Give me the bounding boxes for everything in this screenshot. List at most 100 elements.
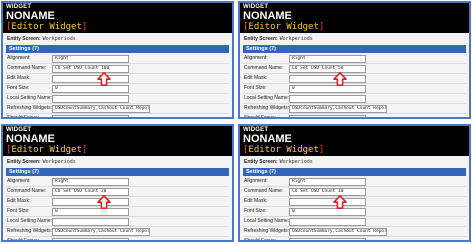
local-setting-name-field[interactable] xyxy=(52,95,129,103)
refreshing-widgets-field[interactable]: USDcountSummary,Cashout Count Report xyxy=(289,105,387,113)
alignment-label: Alignment: xyxy=(244,55,268,61)
font-size-field[interactable]: 0 xyxy=(289,208,366,216)
edit-mask-label: Edit Mask: xyxy=(244,198,268,204)
alignment-field[interactable]: Right xyxy=(289,55,366,63)
local-setting-name-field[interactable] xyxy=(289,95,366,103)
alignment-label: Alignment: xyxy=(244,178,268,184)
entity-screen-label: Entity Screen: xyxy=(244,159,278,165)
should-focus-label: Should Focus: xyxy=(7,238,39,242)
should-focus-label: Should Focus: xyxy=(244,115,276,119)
alignment-label: Alignment: xyxy=(7,178,31,184)
setting-row-edit-mask: Edit Mask: xyxy=(6,74,229,84)
alignment-field[interactable]: Right xyxy=(52,178,129,186)
setting-row-edit-mask: Edit Mask: xyxy=(243,197,466,207)
setting-row-should-focus: Should Focus: xyxy=(243,237,466,242)
setting-row-alignment: Alignment: Right xyxy=(243,54,466,64)
entity-screen-value: Workperiods xyxy=(279,159,313,165)
red-up-arrow-icon xyxy=(97,195,111,209)
font-size-field[interactable]: 0 xyxy=(289,85,366,93)
widget-header: WIDGET NONAME [Editor Widget] xyxy=(3,3,232,33)
setting-row-font-size: Font Size: 0 xyxy=(6,84,229,94)
widget-editor-label: [Editor Widget] xyxy=(243,22,469,32)
should-focus-field[interactable] xyxy=(52,238,129,240)
setting-row-local-setting-name: Local Setting Name: xyxy=(6,94,229,104)
font-size-label: Font Size: xyxy=(7,85,30,91)
widget-header: WIDGET NONAME [Editor Widget] xyxy=(240,126,469,156)
alignment-field[interactable]: Right xyxy=(52,55,129,63)
setting-row-edit-mask: Edit Mask: xyxy=(6,197,229,207)
widget-editor-label: [Editor Widget] xyxy=(6,22,232,32)
setting-row-local-setting-name: Local Setting Name: xyxy=(6,217,229,227)
edit-mask-label: Edit Mask: xyxy=(244,75,268,81)
settings-grid: Alignment: Right Command Name: CO Set US… xyxy=(243,177,466,242)
widget-header: WIDGET NONAME [Editor Widget] xyxy=(3,126,232,156)
widget-panel-2: WIDGET NONAME [Editor Widget] Entity Scr… xyxy=(238,1,471,119)
settings-header[interactable]: Settings (7) xyxy=(243,45,466,53)
setting-row-local-setting-name: Local Setting Name: xyxy=(243,217,466,227)
setting-row-command-name: Command Name: CO Set USD Count 10 xyxy=(243,187,466,197)
setting-row-should-focus: Should Focus: xyxy=(6,114,229,117)
alignment-field[interactable]: Right xyxy=(289,178,366,186)
refreshing-widgets-field[interactable]: USDcountSummary,Cashout Count Report xyxy=(52,228,150,236)
command-name-field[interactable]: CO Set USD Count 50 xyxy=(289,65,366,73)
widget-panel-4: WIDGET NONAME [Editor Widget] Entity Scr… xyxy=(238,124,471,242)
local-setting-name-field[interactable] xyxy=(289,218,366,226)
widget-editor-label: [Editor Widget] xyxy=(243,145,469,155)
settings-header[interactable]: Settings (7) xyxy=(6,45,229,53)
entity-screen-label: Entity Screen: xyxy=(7,36,41,42)
settings-grid: Alignment: Right Command Name: CO Set US… xyxy=(243,54,466,119)
setting-row-refreshing-widgets: Refreshing Widgets: USDcountSummary,Cash… xyxy=(6,104,229,114)
refreshing-widgets-label: Refreshing Widgets: xyxy=(7,105,53,111)
font-size-field[interactable]: 0 xyxy=(52,208,129,216)
command-name-field[interactable]: CO Set USD Count 100 xyxy=(52,65,129,73)
refreshing-widgets-field[interactable]: USDcountSummary,Cashout Count Report xyxy=(52,105,150,113)
edit-mask-field[interactable] xyxy=(52,198,129,206)
editor-widget-text: Editor Widget xyxy=(248,22,319,32)
editor-widget-text: Editor Widget xyxy=(11,145,82,155)
entity-screen-label: Entity Screen: xyxy=(244,36,278,42)
widget-header: WIDGET NONAME [Editor Widget] xyxy=(240,3,469,33)
setting-row-command-name: Command Name: CO Set USD Count 20 xyxy=(6,187,229,197)
bracket-close: ] xyxy=(81,145,88,155)
local-setting-name-label: Local Setting Name: xyxy=(7,95,53,101)
setting-row-refreshing-widgets: Refreshing Widgets: USDcountSummary,Cash… xyxy=(6,227,229,237)
edit-mask-field[interactable] xyxy=(52,75,129,83)
refreshing-widgets-label: Refreshing Widgets: xyxy=(244,105,290,111)
setting-row-alignment: Alignment: Right xyxy=(243,177,466,187)
edit-mask-field[interactable] xyxy=(289,198,366,206)
settings-header[interactable]: Settings (7) xyxy=(6,168,229,176)
setting-row-font-size: Font Size: 0 xyxy=(6,207,229,217)
should-focus-field[interactable] xyxy=(289,238,366,240)
widget-name: NONAME xyxy=(6,133,55,145)
entity-screen-value: Workperiods xyxy=(279,36,313,42)
font-size-field[interactable]: 0 xyxy=(52,85,129,93)
command-name-field[interactable]: CO Set USD Count 10 xyxy=(289,188,366,196)
setting-row-font-size: Font Size: 0 xyxy=(243,207,466,217)
settings-header[interactable]: Settings (7) xyxy=(243,168,466,176)
edit-mask-field[interactable] xyxy=(289,75,366,83)
command-name-field[interactable]: CO Set USD Count 20 xyxy=(52,188,129,196)
red-up-arrow-icon xyxy=(333,195,347,209)
should-focus-field[interactable] xyxy=(289,115,366,117)
should-focus-label: Should Focus: xyxy=(244,238,276,242)
entity-screen-row: Entity Screen: Workperiods xyxy=(3,33,232,42)
setting-row-should-focus: Should Focus: xyxy=(243,114,466,119)
refreshing-widgets-label: Refreshing Widgets: xyxy=(244,228,290,234)
entity-screen-value: Workperiods xyxy=(42,36,76,42)
widget-panel-3: WIDGET NONAME [Editor Widget] Entity Scr… xyxy=(1,124,234,242)
local-setting-name-label: Local Setting Name: xyxy=(244,95,290,101)
setting-row-should-focus: Should Focus: xyxy=(6,237,229,242)
local-setting-name-field[interactable] xyxy=(52,218,129,226)
should-focus-field[interactable] xyxy=(52,115,129,117)
font-size-label: Font Size: xyxy=(7,208,30,214)
setting-row-alignment: Alignment: Right xyxy=(6,177,229,187)
setting-row-refreshing-widgets: Refreshing Widgets: USDcountSummary,Cash… xyxy=(243,104,466,114)
settings-grid: Alignment: Right Command Name: CO Set US… xyxy=(6,54,229,117)
edit-mask-label: Edit Mask: xyxy=(7,198,31,204)
alignment-label: Alignment: xyxy=(7,55,31,61)
refreshing-widgets-field[interactable]: USDcountSummary,Cashout Count Report xyxy=(289,228,387,236)
local-setting-name-label: Local Setting Name: xyxy=(7,218,53,224)
edit-mask-label: Edit Mask: xyxy=(7,75,31,81)
entity-screen-value: Workperiods xyxy=(42,159,76,165)
entity-screen-row: Entity Screen: Workperiods xyxy=(240,156,469,165)
